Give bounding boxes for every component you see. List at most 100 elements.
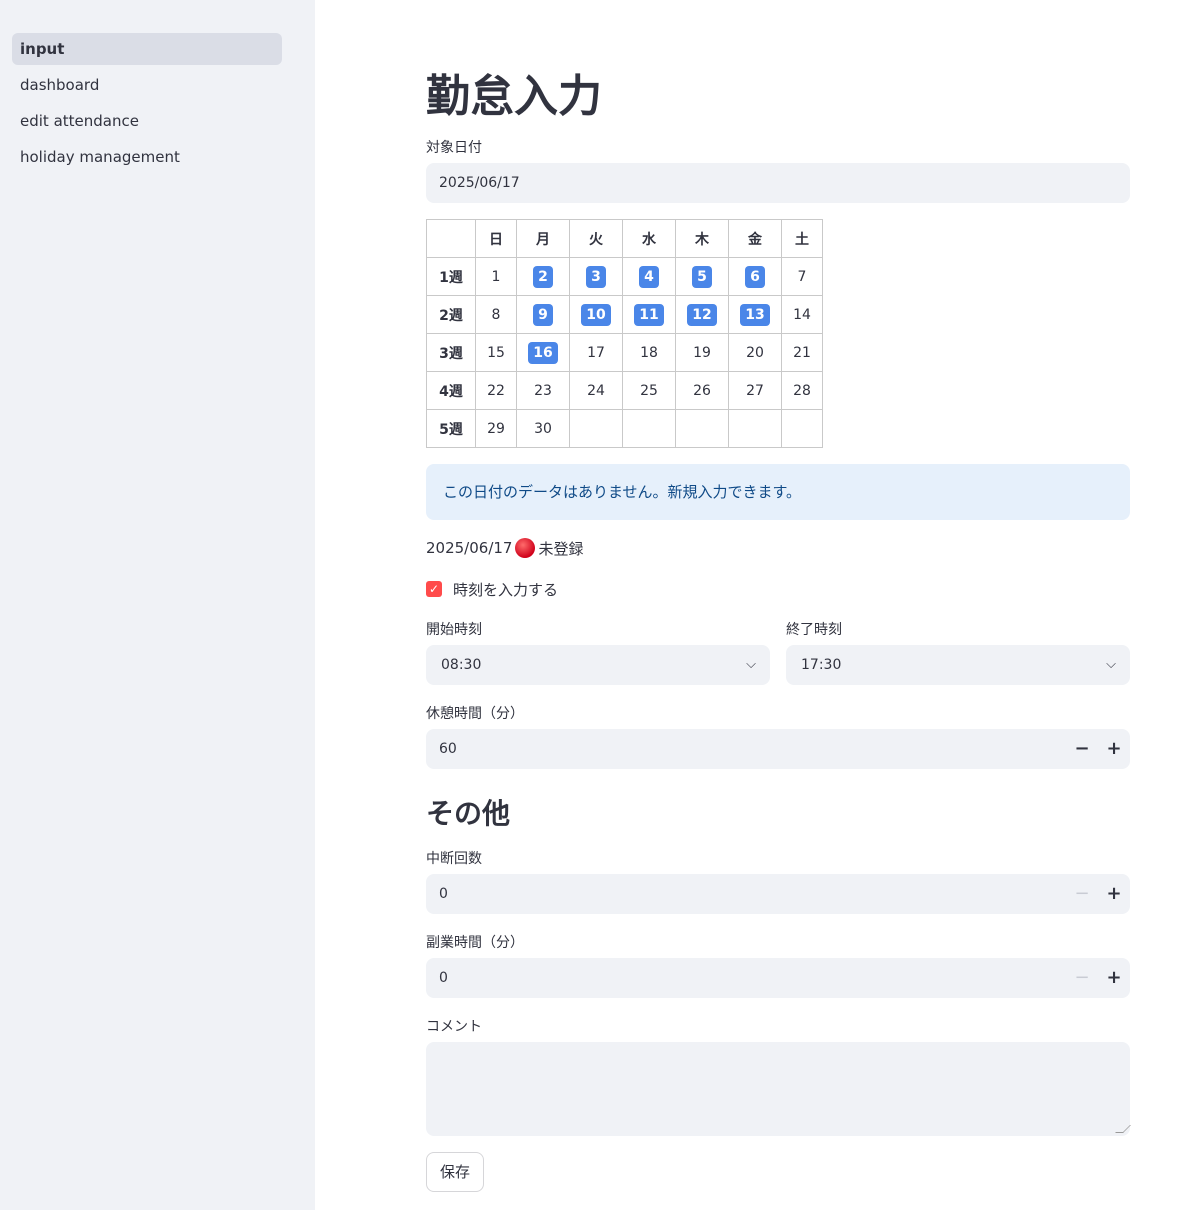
calendar-day[interactable]: 27 <box>746 383 764 399</box>
sidebar: input dashboard edit attendance holiday … <box>0 0 315 1210</box>
calendar-day[interactable]: 28 <box>793 383 811 399</box>
calendar-empty-cell <box>569 409 623 448</box>
calendar-day-cell: 25 <box>622 371 676 410</box>
calendar-day[interactable]: 24 <box>587 383 605 399</box>
calendar-day-cell: 28 <box>781 371 823 410</box>
calendar-table: 日 月 火 水 木 金 土 1週 1 2 3 4 5 6 7 2週 8 9 10 11 12 13 14 3週 1… <box>426 219 823 448</box>
other-heading: その他 <box>426 797 511 830</box>
calendar-day-cell: 11 <box>622 295 676 334</box>
calendar-day-cell: 4 <box>622 257 676 296</box>
calendar-day-cell: 14 <box>781 295 823 334</box>
calendar-day[interactable]: 29 <box>487 421 505 437</box>
calendar-empty-cell <box>675 409 729 448</box>
calendar-day[interactable]: 14 <box>793 307 811 323</box>
calendar-header-row: 日 月 火 水 木 金 土 <box>426 219 823 258</box>
side-job-value: 0 <box>439 970 448 986</box>
end-time-select[interactable]: 17:30 ⌵ <box>786 645 1130 685</box>
break-time-value: 60 <box>439 741 457 757</box>
calendar-day[interactable]: 21 <box>793 345 811 361</box>
sidebar-item-input[interactable]: input <box>12 33 282 65</box>
status-text: 未登録 <box>538 539 584 558</box>
calendar-day-cell: 1 <box>475 257 517 296</box>
calendar-day[interactable]: 8 <box>492 307 501 323</box>
calendar-empty-cell <box>622 409 676 448</box>
minus-icon[interactable]: − <box>1066 958 1098 998</box>
calendar-day[interactable]: 26 <box>693 383 711 399</box>
calendar-day-cell: 27 <box>728 371 782 410</box>
calendar-day[interactable]: 2 <box>533 265 553 288</box>
calendar-week-row: 3週 15 16 17 18 19 20 21 <box>426 333 823 372</box>
calendar-day[interactable]: 7 <box>798 269 807 285</box>
calendar-day-cell: 7 <box>781 257 823 296</box>
minus-icon[interactable]: − <box>1066 729 1098 769</box>
status-line: 2025/06/17 未登録 <box>426 537 583 559</box>
calendar-week-row: 4週 22 23 24 25 26 27 28 <box>426 371 823 410</box>
side-job-label: 副業時間（分） <box>426 935 524 951</box>
calendar-day[interactable]: 13 <box>740 303 770 326</box>
calendar-day[interactable]: 20 <box>746 345 764 361</box>
weekday-header: 日 <box>475 219 517 258</box>
sidebar-item-dashboard[interactable]: dashboard <box>12 69 282 101</box>
calendar-day-cell: 18 <box>622 333 676 372</box>
calendar-week-row: 2週 8 9 10 11 12 13 14 <box>426 295 823 334</box>
calendar-day[interactable]: 5 <box>692 265 712 288</box>
chevron-down-icon: ⌵ <box>1106 657 1116 672</box>
info-alert: この日付のデータはありません。新規入力できます。 <box>426 464 1130 520</box>
calendar-day-cell: 17 <box>569 333 623 372</box>
calendar-day[interactable]: 12 <box>687 303 717 326</box>
plus-icon[interactable]: + <box>1098 729 1130 769</box>
calendar-day[interactable]: 16 <box>528 341 558 364</box>
calendar-day[interactable]: 22 <box>487 383 505 399</box>
resize-grip-icon[interactable] <box>1115 1125 1131 1133</box>
calendar-day[interactable]: 30 <box>534 421 552 437</box>
weekday-header: 月 <box>516 219 570 258</box>
calendar-day[interactable]: 11 <box>634 303 664 326</box>
break-time-stepper[interactable]: 60 − + <box>426 729 1130 769</box>
calendar-day[interactable]: 1 <box>492 269 501 285</box>
time-input-checkbox-row[interactable]: ✓ 時刻を入力する <box>426 578 558 600</box>
calendar-day[interactable]: 19 <box>693 345 711 361</box>
sidebar-item-edit-attendance[interactable]: edit attendance <box>12 105 282 137</box>
calendar-week-row: 5週 29 30 <box>426 409 823 448</box>
calendar-day-cell: 10 <box>569 295 623 334</box>
calendar-day[interactable]: 10 <box>581 303 611 326</box>
calendar-day[interactable]: 25 <box>640 383 658 399</box>
date-input[interactable]: 2025/06/17 <box>426 163 1130 203</box>
calendar-day-cell: 20 <box>728 333 782 372</box>
end-time-label: 終了時刻 <box>786 622 842 638</box>
calendar-day[interactable]: 23 <box>534 383 552 399</box>
calendar-day[interactable]: 6 <box>745 265 765 288</box>
break-time-label: 休憩時間（分） <box>426 706 524 722</box>
calendar-empty-cell <box>781 409 823 448</box>
week-label: 1週 <box>426 257 476 296</box>
weekday-header: 火 <box>569 219 623 258</box>
interruptions-stepper[interactable]: 0 − + <box>426 874 1130 914</box>
interruptions-value: 0 <box>439 886 448 902</box>
calendar-day-cell: 13 <box>728 295 782 334</box>
calendar-day-cell: 5 <box>675 257 729 296</box>
sidebar-item-holiday-management[interactable]: holiday management <box>12 141 282 173</box>
side-job-stepper[interactable]: 0 − + <box>426 958 1130 998</box>
calendar-day[interactable]: 18 <box>640 345 658 361</box>
checkbox-checked-icon[interactable]: ✓ <box>426 581 442 597</box>
comment-textarea[interactable] <box>426 1042 1131 1136</box>
calendar-day-cell: 6 <box>728 257 782 296</box>
calendar-corner <box>426 219 476 258</box>
red-circle-icon <box>515 538 536 558</box>
calendar-day[interactable]: 15 <box>487 345 505 361</box>
calendar-day-cell: 23 <box>516 371 570 410</box>
calendar-day[interactable]: 4 <box>639 265 659 288</box>
calendar-day[interactable]: 17 <box>587 345 605 361</box>
week-label: 4週 <box>426 371 476 410</box>
week-label: 5週 <box>426 409 476 448</box>
calendar-day[interactable]: 9 <box>533 303 553 326</box>
minus-icon[interactable]: − <box>1066 874 1098 914</box>
plus-icon[interactable]: + <box>1098 958 1130 998</box>
calendar-day[interactable]: 3 <box>586 265 606 288</box>
plus-icon[interactable]: + <box>1098 874 1130 914</box>
calendar-day-cell: 9 <box>516 295 570 334</box>
calendar-day-cell: 8 <box>475 295 517 334</box>
start-time-select[interactable]: 08:30 ⌵ <box>426 645 770 685</box>
comment-label: コメント <box>426 1019 482 1035</box>
save-button[interactable]: 保存 <box>426 1152 484 1192</box>
